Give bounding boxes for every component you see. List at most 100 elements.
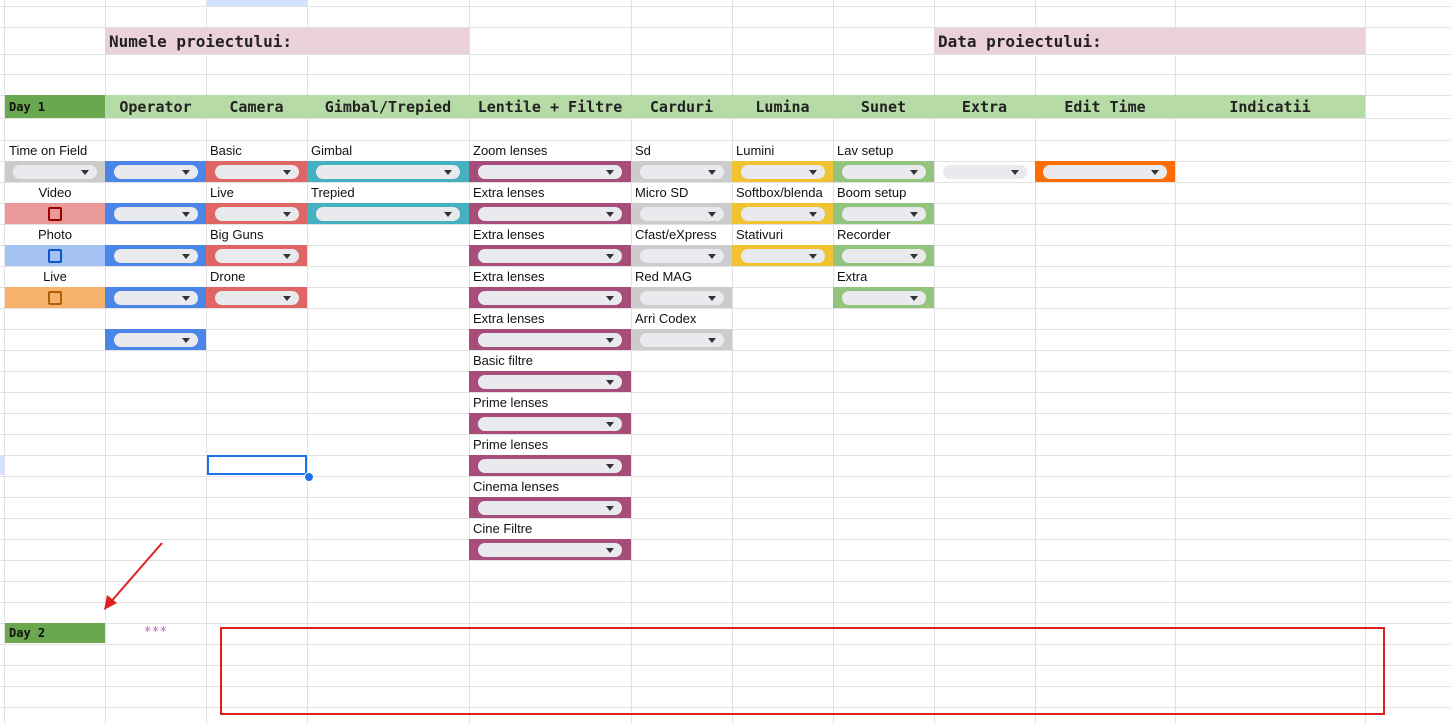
operator-dropdown[interactable] (113, 332, 198, 347)
sunet-label-1: Lav setup (837, 143, 894, 158)
carduri-label-3: Cfast/eXpress (635, 227, 717, 242)
lentile-dropdown[interactable] (478, 542, 622, 557)
edit-time-dropdown[interactable] (1043, 164, 1167, 179)
video-checkbox[interactable] (48, 206, 62, 221)
lumina-band-2 (732, 203, 833, 224)
header-carduri: Carduri (631, 95, 732, 118)
lentile-label-10: Cine Filtre (473, 521, 533, 536)
operator-band-4 (105, 287, 206, 308)
project-date-field[interactable] (1175, 28, 1365, 54)
lentile-label-8: Prime lenses (473, 437, 549, 452)
lumina-dropdown[interactable] (740, 206, 825, 221)
carduri-label-2: Micro SD (635, 185, 689, 200)
sunet-band-3 (833, 245, 934, 266)
operator-band-5 (105, 329, 206, 350)
carduri-band-4 (631, 287, 732, 308)
lentile-dropdown[interactable] (478, 248, 622, 263)
lentile-band-8 (469, 455, 631, 476)
carduri-band-2 (631, 203, 732, 224)
carduri-band-5 (631, 329, 732, 350)
lentile-dropdown[interactable] (478, 416, 622, 431)
carduri-dropdown[interactable] (639, 248, 724, 263)
arrow-shaft (108, 542, 163, 605)
project-name-field[interactable] (307, 28, 469, 54)
photo-checkbox[interactable] (48, 248, 62, 263)
header-extra: Extra (934, 95, 1035, 118)
lentile-dropdown[interactable] (478, 290, 622, 305)
lumina-dropdown[interactable] (740, 248, 825, 263)
lentile-dropdown[interactable] (478, 458, 622, 473)
carduri-dropdown[interactable] (639, 290, 724, 305)
lentile-band-9 (469, 497, 631, 518)
sunet-label-3: Recorder (837, 227, 891, 242)
project-date-label: Data proiectului: (934, 28, 1175, 54)
live-label: Live (43, 269, 67, 284)
live-checkbox[interactable] (48, 290, 62, 305)
video-label: Video (38, 185, 72, 200)
camera-drone-dropdown[interactable] (214, 290, 299, 305)
header-edit-time: Edit Time (1035, 95, 1175, 118)
sunet-band-2 (833, 203, 934, 224)
sunet-dropdown[interactable] (841, 164, 926, 179)
gimbal-band (307, 161, 469, 182)
carduri-label-1: Sd (635, 143, 651, 158)
camera-basic-dropdown[interactable] (214, 164, 299, 179)
carduri-label-4: Red MAG (635, 269, 693, 284)
time-on-field-dropdown[interactable] (13, 164, 97, 179)
selected-column-indicator (207, 0, 307, 6)
carduri-dropdown[interactable] (639, 164, 724, 179)
fill-handle[interactable] (304, 472, 314, 482)
sunet-dropdown[interactable] (841, 290, 926, 305)
photo-label: Photo (38, 227, 72, 242)
gimbal-label: Gimbal (311, 143, 353, 158)
header-gimbal: Gimbal/Trepied (307, 95, 469, 118)
lentile-dropdown[interactable] (478, 164, 622, 179)
lentile-band-6 (469, 371, 631, 392)
gimbal-dropdown[interactable] (316, 164, 460, 179)
annotation-box (220, 627, 1385, 715)
camera-live-label: Live (210, 185, 234, 200)
sunet-dropdown[interactable] (841, 206, 926, 221)
sunet-band-4 (833, 287, 934, 308)
lumina-label-3: Stativuri (736, 227, 783, 242)
lentile-label-5: Extra lenses (473, 311, 545, 326)
operator-band-1 (105, 161, 206, 182)
lentile-dropdown[interactable] (478, 332, 622, 347)
camera-band-3 (206, 245, 307, 266)
lentile-label-6: Basic filtre (473, 353, 533, 368)
camera-bigguns-dropdown[interactable] (214, 248, 299, 263)
lentile-band-1 (469, 161, 631, 182)
annotation-arrow (104, 542, 163, 610)
extra-dropdown[interactable] (942, 164, 1027, 179)
camera-basic-label: Basic (210, 143, 242, 158)
header-lumina: Lumina (732, 95, 833, 118)
edit-time-band (1035, 161, 1175, 182)
operator-band-3 (105, 245, 206, 266)
lentile-label-9: Cinema lenses (473, 479, 559, 494)
camera-band-4 (206, 287, 307, 308)
lentile-dropdown[interactable] (478, 206, 622, 221)
header-camera: Camera (206, 95, 307, 118)
lentile-band-10 (469, 539, 631, 560)
lumina-band-3 (732, 245, 833, 266)
trepied-dropdown[interactable] (316, 206, 460, 221)
carduri-band-3 (631, 245, 732, 266)
trepied-label: Trepied (311, 185, 355, 200)
camera-bigguns-label: Big Guns (210, 227, 264, 242)
camera-live-dropdown[interactable] (214, 206, 299, 221)
live-band (5, 287, 105, 308)
lentile-dropdown[interactable] (478, 500, 622, 515)
sunet-dropdown[interactable] (841, 248, 926, 263)
operator-dropdown[interactable] (113, 206, 198, 221)
carduri-dropdown[interactable] (639, 332, 724, 347)
operator-dropdown[interactable] (113, 164, 198, 179)
lentile-band-7 (469, 413, 631, 434)
operator-dropdown[interactable] (113, 248, 198, 263)
selected-row-indicator (0, 455, 4, 475)
carduri-dropdown[interactable] (639, 206, 724, 221)
selected-cell[interactable] (207, 455, 307, 475)
lumina-dropdown[interactable] (740, 164, 825, 179)
operator-dropdown[interactable] (113, 290, 198, 305)
lentile-band-3 (469, 245, 631, 266)
lentile-dropdown[interactable] (478, 374, 622, 389)
